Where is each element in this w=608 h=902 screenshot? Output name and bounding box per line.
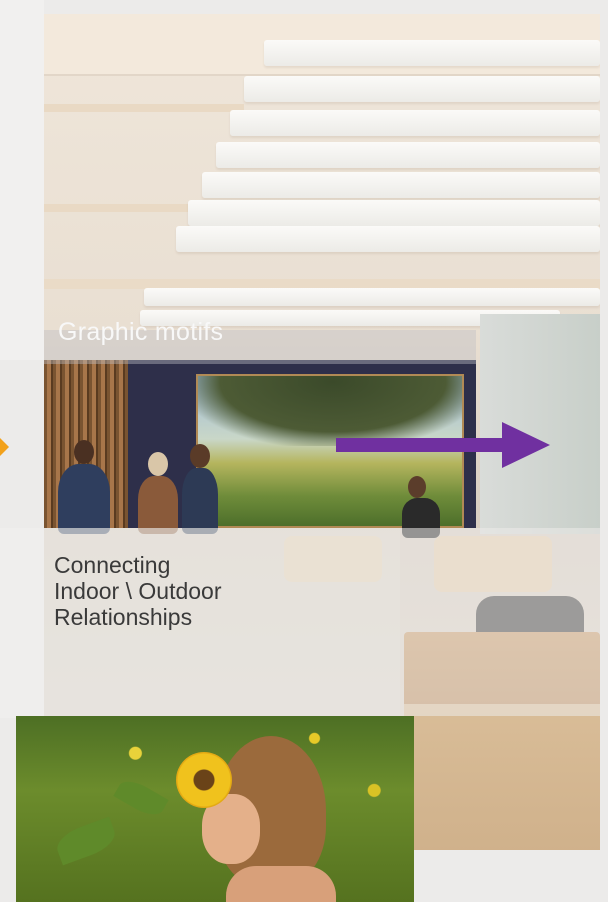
ceiling-baffle	[144, 288, 600, 306]
leaf	[113, 775, 169, 821]
leaf	[52, 816, 120, 866]
sunflower	[176, 752, 232, 808]
section-title: Graphic motifs	[58, 318, 224, 346]
purple-arrow-icon	[336, 422, 550, 468]
girl-body	[226, 866, 336, 902]
caption: Connecting Indoor \ Outdoor Relationship…	[54, 552, 222, 630]
ceiling-beam	[44, 104, 244, 112]
ceiling-baffle	[216, 142, 600, 168]
ceiling-baffle	[264, 40, 600, 66]
caption-line: Indoor \ Outdoor	[54, 578, 222, 604]
ceiling-baffle	[244, 76, 600, 102]
person-head	[408, 476, 426, 498]
ceiling-baffle	[188, 200, 600, 226]
ceiling-baffle	[176, 226, 600, 252]
ceiling-baffle	[230, 110, 600, 136]
orange-triangle-marker	[0, 438, 9, 456]
ceiling-baffle	[202, 172, 600, 198]
person-head	[148, 452, 168, 476]
person	[58, 464, 110, 534]
caption-line: Relationships	[54, 604, 193, 630]
left-panel-top	[0, 0, 44, 360]
wood-table-front	[404, 704, 600, 850]
person-head	[190, 444, 210, 468]
person	[182, 468, 218, 534]
left-panel-bottom	[0, 528, 44, 718]
caption-line: Connecting	[54, 552, 171, 578]
sunflower-photo	[16, 716, 414, 902]
person	[138, 476, 178, 534]
person-head	[74, 440, 94, 464]
